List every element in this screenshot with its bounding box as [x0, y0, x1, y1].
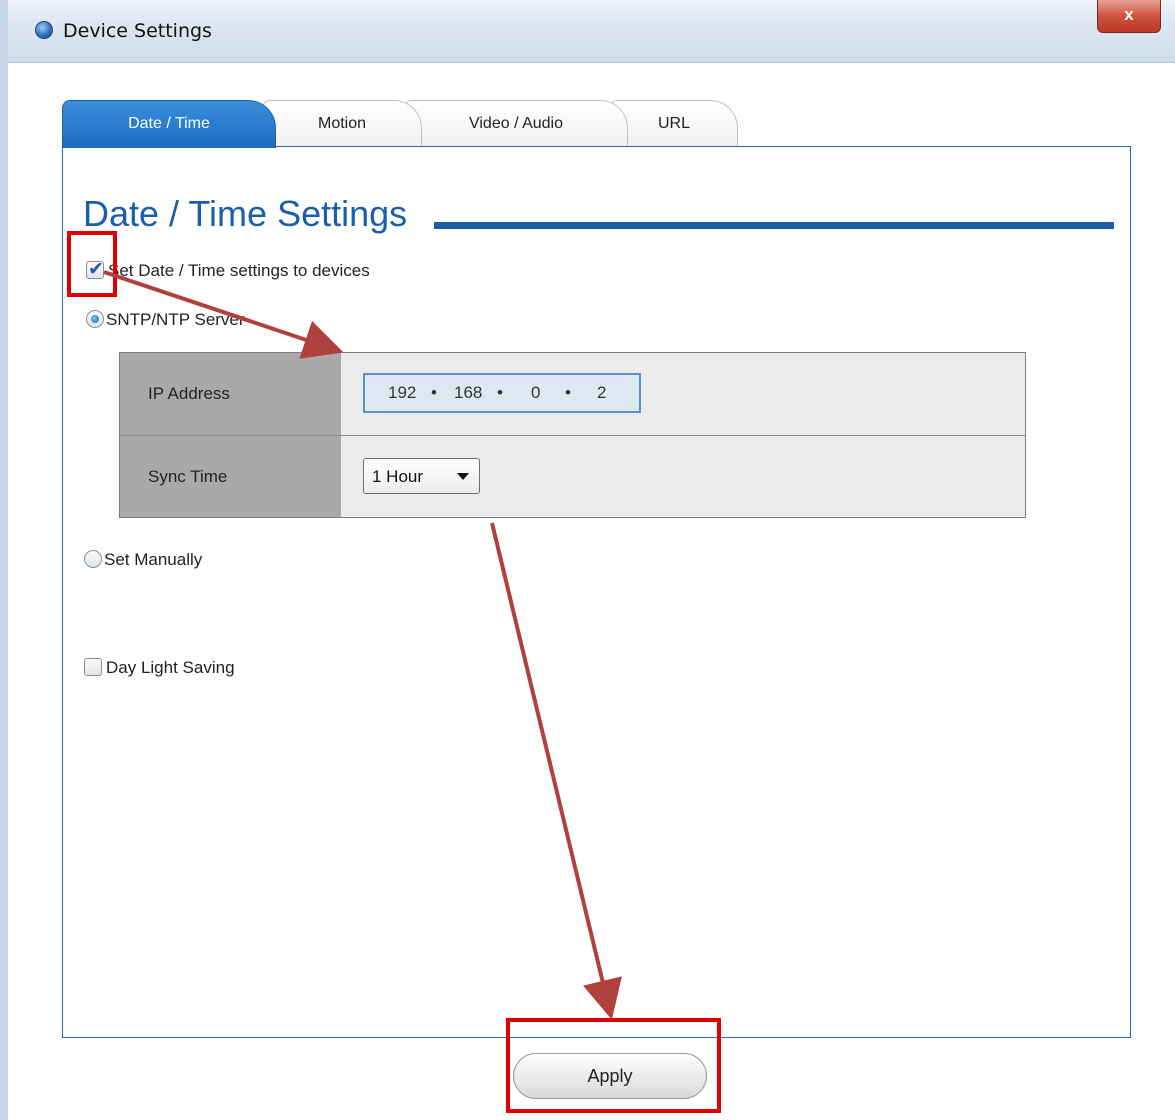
- ip-separator: •: [431, 383, 437, 402]
- annotation-box-checkbox: [67, 231, 117, 297]
- ip-octet-4[interactable]: 2: [597, 383, 606, 403]
- tab-label: Date / Time: [128, 115, 210, 132]
- close-button[interactable]: x: [1097, 0, 1161, 33]
- tab-label: Motion: [317, 115, 367, 132]
- ip-octet-3[interactable]: 0: [531, 383, 540, 403]
- annotation-box-apply: [506, 1018, 721, 1113]
- ip-octet-1[interactable]: 192: [388, 383, 416, 403]
- tab-label: URL: [657, 115, 690, 132]
- app-icon: [36, 22, 52, 38]
- row-divider: [120, 435, 1025, 436]
- daylight-saving-label: Day Light Saving: [106, 658, 235, 677]
- tab-label: Video / Audio: [468, 115, 563, 132]
- title-divider: [434, 222, 1114, 229]
- section-title: Date / Time Settings: [83, 193, 408, 234]
- ip-address-label: IP Address: [148, 384, 230, 403]
- dropdown-arrow-icon: [457, 473, 469, 480]
- set-manually-radio[interactable]: [84, 550, 102, 568]
- ip-separator: •: [497, 383, 503, 402]
- sntp-radio[interactable]: [86, 310, 104, 328]
- daylight-saving-checkbox[interactable]: [84, 658, 102, 676]
- sync-time-value: 1 Hour: [372, 467, 424, 486]
- ip-separator: •: [565, 383, 571, 402]
- sync-time-label: Sync Time: [148, 467, 228, 486]
- sntp-label: SNTP/NTP Server: [106, 310, 245, 329]
- ip-address-input[interactable]: 192 • 168 • 0 • 2: [363, 373, 641, 413]
- tab-video-audio[interactable]: Video / Audio: [404, 100, 628, 148]
- tab-date-time[interactable]: Date / Time: [62, 100, 276, 148]
- set-to-devices-label: Set Date / Time settings to devices: [108, 261, 370, 280]
- title-bar: Device Settings x: [8, 0, 1175, 63]
- tab-motion[interactable]: Motion: [262, 100, 422, 148]
- set-manually-label: Set Manually: [104, 550, 203, 569]
- ip-octet-2[interactable]: 168: [454, 383, 482, 403]
- sync-time-select[interactable]: 1 Hour: [363, 458, 480, 494]
- window-title: Device Settings: [63, 20, 212, 42]
- tab-url[interactable]: URL: [610, 100, 738, 148]
- close-icon: x: [1124, 5, 1134, 24]
